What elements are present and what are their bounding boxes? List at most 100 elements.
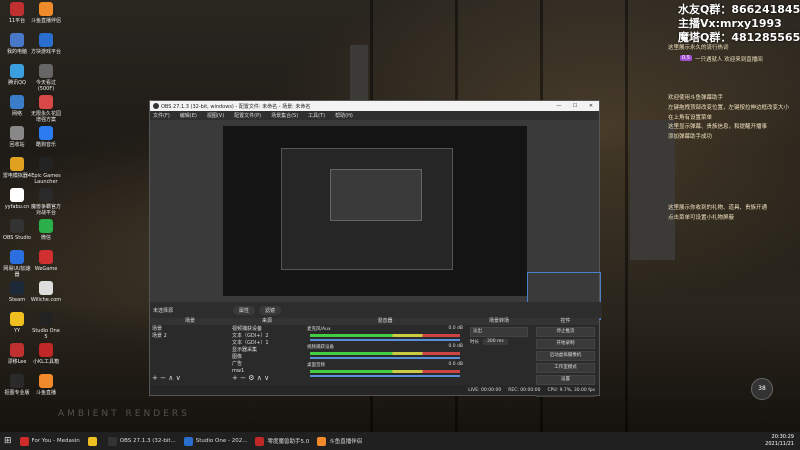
desktop-icon[interactable]: 网络 bbox=[1, 95, 33, 117]
taskbar-app-icon bbox=[317, 436, 327, 446]
desktop-icon[interactable]: 抠图专业版 bbox=[1, 374, 33, 396]
app-icon bbox=[39, 219, 53, 233]
source-item[interactable]: 广告 bbox=[232, 361, 302, 368]
duration-input[interactable]: 300 ms bbox=[483, 339, 508, 345]
desktop-icon[interactable]: Epic Games Launcher bbox=[30, 157, 62, 185]
network-speed-widget[interactable]: 38 bbox=[751, 378, 773, 400]
obs-preview-area[interactable] bbox=[150, 120, 601, 320]
desktop-icon[interactable]: 漂移Lee bbox=[1, 343, 33, 365]
taskbar-app[interactable]: 零度魔兽助手5.0 bbox=[251, 432, 313, 450]
control-button[interactable]: 开始录制 bbox=[536, 339, 595, 349]
app-icon bbox=[39, 188, 53, 202]
desktop-icon[interactable]: 网易UU加速器 bbox=[1, 250, 33, 278]
desktop-icon[interactable]: OBS Studio bbox=[1, 219, 33, 241]
desktop-icon[interactable]: 腾讯QQ bbox=[1, 64, 33, 86]
minimize-button[interactable]: — bbox=[551, 103, 567, 109]
desktop-icon[interactable]: YY bbox=[1, 312, 33, 334]
desktop-icon[interactable]: 方块游戏平台 bbox=[30, 33, 62, 55]
desktop-icon[interactable]: 斗鱼直播 bbox=[30, 374, 62, 396]
remove-scene-icon[interactable]: − bbox=[160, 374, 166, 382]
close-button[interactable]: ✕ bbox=[583, 103, 599, 109]
desktop-icon-label: 魔兽争霸官方对战平台 bbox=[30, 204, 61, 216]
app-icon bbox=[10, 219, 24, 233]
obs-menu-item[interactable]: 编辑(E) bbox=[180, 112, 197, 119]
scene-item[interactable]: 场景 2 bbox=[152, 333, 228, 340]
source-item[interactable]: 图像 bbox=[232, 354, 302, 361]
source-settings-icon[interactable]: ⚙ bbox=[248, 374, 254, 382]
obs-menu-bar: 文件(F) 编辑(E) 视图(V) 配置文件(P) 场景集合(S) 工具(T) 帮助(H) bbox=[150, 111, 599, 120]
transition-type-select[interactable]: 淡出 bbox=[470, 327, 528, 337]
source-item[interactable]: 文本（GDI+）1 bbox=[232, 340, 302, 347]
obs-menu-item[interactable]: 帮助(H) bbox=[335, 112, 353, 119]
desktop-icon-label: 我的电脑 bbox=[6, 49, 27, 55]
scenes-list[interactable]: 场景 场景 2 bbox=[150, 325, 230, 341]
mixer-dock-title: 混音器 bbox=[304, 318, 466, 325]
add-scene-icon[interactable]: + bbox=[152, 374, 158, 382]
desktop-icon[interactable]: Steam bbox=[1, 281, 33, 303]
desktop-icon[interactable]: 雷电模拟器4 bbox=[1, 157, 33, 179]
obs-menu-item[interactable]: 场景集合(S) bbox=[271, 112, 298, 119]
wallpaper-watermark: AMBIENT RENDERS bbox=[58, 409, 190, 419]
control-button[interactable]: 停止推流 bbox=[536, 327, 595, 337]
desktop-icon-label: YY bbox=[13, 328, 21, 334]
desktop-icon[interactable]: 11平台 bbox=[1, 2, 33, 24]
scene-item[interactable]: 场景 bbox=[152, 326, 228, 333]
move-up-icon[interactable]: ∧ bbox=[168, 374, 173, 382]
desktop-icon[interactable]: 今天看过(500F) bbox=[30, 64, 62, 92]
desktop-icon-label: WeGame bbox=[34, 266, 58, 272]
properties-button[interactable]: 属性 bbox=[233, 305, 256, 315]
sources-list[interactable]: 视频捕获设备 文本（GDI+）2 文本（GDI+）1 显示器采集 图像 广告 mw1 bbox=[230, 325, 304, 376]
chat-line: 这里显示弹幕、贵族信息，和提醒开播事 bbox=[668, 124, 768, 130]
desktop-icon[interactable]: 微信 bbox=[30, 219, 62, 241]
desktop-icon[interactable]: 小KL工具箱 bbox=[30, 343, 62, 365]
taskbar-app[interactable]: 斗鱼直播伴侣 bbox=[313, 432, 373, 450]
channel-name: 视频捕获设备 bbox=[307, 345, 334, 350]
desktop-icon-label: 网易UU加速器 bbox=[3, 266, 31, 278]
obs-title-bar[interactable]: OBS 27.1.3 (32-bit, windows) - 配置文件: 未命名… bbox=[150, 101, 599, 111]
desktop-icon[interactable]: yyfabu.cn bbox=[1, 188, 33, 210]
control-button[interactable]: 设置 bbox=[536, 375, 595, 385]
scenes-toolbar: + − ∧ ∨ bbox=[152, 374, 181, 382]
source-item[interactable]: 文本（GDI+）2 bbox=[232, 333, 302, 340]
desktop-icon[interactable]: 酷狗音乐 bbox=[30, 126, 62, 148]
desktop-icon[interactable]: WeGame bbox=[30, 250, 62, 272]
desktop-icon[interactable]: Studio One 5 bbox=[30, 312, 62, 340]
volume-slider[interactable] bbox=[310, 375, 460, 377]
desktop-icon[interactable]: 回收站 bbox=[1, 126, 33, 148]
volume-slider[interactable] bbox=[310, 339, 460, 341]
source-item[interactable]: 视频捕获设备 bbox=[232, 326, 302, 333]
control-button[interactable]: 启动虚拟摄像机 bbox=[536, 351, 595, 361]
desktop-icon[interactable]: 斗鱼直播伴侣 bbox=[30, 2, 62, 24]
volume-slider[interactable] bbox=[310, 357, 460, 359]
taskbar-app-label: Studio One - 202... bbox=[195, 438, 248, 444]
add-source-icon[interactable]: + bbox=[232, 374, 238, 382]
move-up-icon[interactable]: ∧ bbox=[257, 374, 262, 382]
desktop-icon[interactable]: 无限永久花园增强方案 bbox=[30, 95, 62, 123]
source-item[interactable]: 显示器采集 bbox=[232, 347, 302, 354]
desktop-icon[interactable]: 魔兽争霸官方对战平台 bbox=[30, 188, 62, 216]
start-button[interactable]: ⊞ bbox=[0, 432, 16, 450]
obs-window[interactable]: OBS 27.1.3 (32-bit, windows) - 配置文件: 未命名… bbox=[149, 100, 602, 397]
desktop-icon-label: 斗鱼直播 bbox=[35, 390, 56, 396]
obs-menu-item[interactable]: 配置文件(P) bbox=[234, 112, 261, 119]
filters-button[interactable]: 滤镜 bbox=[259, 305, 282, 315]
taskbar-app[interactable]: For You - Medasin bbox=[16, 432, 84, 450]
desktop-icon[interactable]: 我的电脑 bbox=[1, 33, 33, 55]
taskbar-app[interactable] bbox=[84, 432, 104, 450]
desktop-icon-label: 抠图专业版 bbox=[4, 390, 30, 396]
obs-menu-item[interactable]: 文件(F) bbox=[153, 112, 170, 119]
taskbar-app[interactable]: Studio One - 202... bbox=[180, 432, 252, 450]
chat-line: 左键拖拽顶部改变位置，左键按拉伸边框改变大小 bbox=[668, 105, 790, 111]
desktop-icon[interactable]: Wiliche.com bbox=[30, 281, 62, 303]
obs-menu-item[interactable]: 视图(V) bbox=[207, 112, 224, 119]
system-clock[interactable]: 20:30:29 2021/11/21 bbox=[765, 434, 794, 448]
move-down-icon[interactable]: ∨ bbox=[176, 374, 181, 382]
obs-preview-canvas[interactable] bbox=[223, 126, 527, 296]
no-source-selected-label: 未选择源 bbox=[153, 307, 174, 314]
remove-source-icon[interactable]: − bbox=[240, 374, 246, 382]
move-down-icon[interactable]: ∨ bbox=[264, 374, 269, 382]
taskbar-app[interactable]: OBS 27.1.3 (32-bit... bbox=[104, 432, 180, 450]
control-button[interactable]: 工作室模式 bbox=[536, 363, 595, 373]
obs-menu-item[interactable]: 工具(T) bbox=[308, 112, 325, 119]
maximize-button[interactable]: ☐ bbox=[567, 103, 583, 109]
